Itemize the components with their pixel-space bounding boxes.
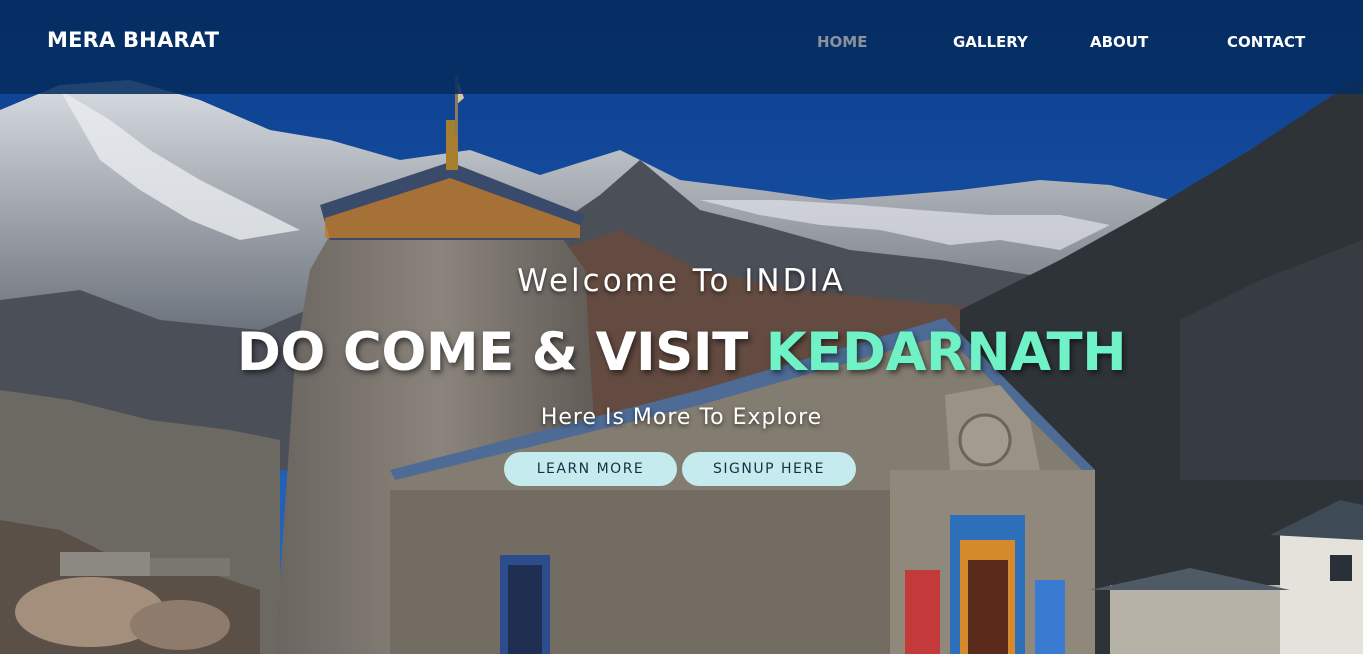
hero-section: Welcome To INDIA DO COME & VISIT KEDARNA…: [0, 0, 1363, 654]
nav-home[interactable]: HOME: [817, 33, 867, 51]
headline-accent: KEDARNATH: [765, 322, 1127, 383]
brand-logo[interactable]: MERA BHARAT: [47, 28, 219, 52]
learn-more-button[interactable]: LEARN MORE: [504, 452, 677, 486]
main-headline: DO COME & VISIT KEDARNATH: [0, 322, 1363, 383]
tagline: Here Is More To Explore: [540, 405, 823, 430]
nav-gallery[interactable]: GALLERY: [953, 33, 1028, 51]
nav-about[interactable]: ABOUT: [1090, 33, 1148, 51]
signup-button[interactable]: SIGNUP HERE: [682, 452, 856, 486]
top-navbar: MERA BHARAT HOME GALLERY ABOUT CONTACT: [0, 0, 1363, 94]
nav-contact[interactable]: CONTACT: [1227, 33, 1305, 51]
headline-prefix: DO COME & VISIT: [236, 322, 748, 383]
welcome-heading: Welcome To INDIA: [517, 263, 846, 299]
